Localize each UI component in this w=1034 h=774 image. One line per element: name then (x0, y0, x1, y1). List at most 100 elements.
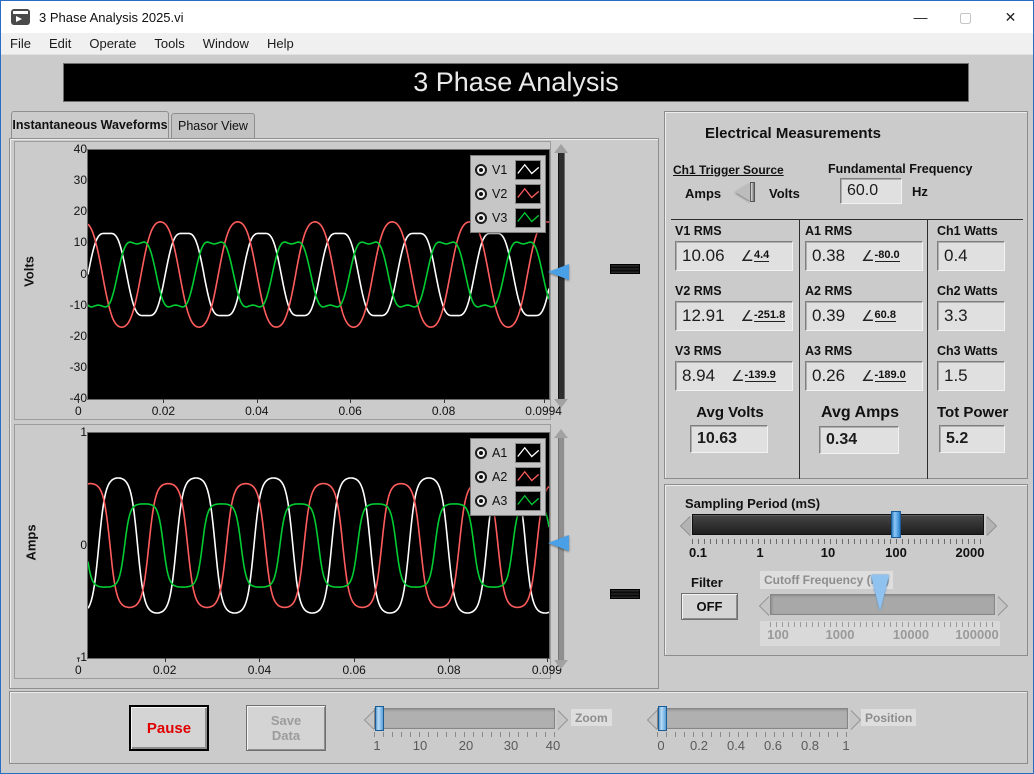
measurement-value-box: 0.38 ∠ -80.0 (805, 241, 923, 271)
plot-visible-radio-icon[interactable] (475, 495, 487, 507)
position-scale-label: 1 (842, 738, 850, 753)
i-trigger-level-pointer-icon[interactable] (548, 535, 569, 551)
zoom-handle[interactable] (375, 706, 384, 731)
tab-phasor-view[interactable]: Phasor View (171, 113, 255, 138)
measurement-cell: Ch1 Watts 0.4 (937, 224, 1023, 271)
trigger-source-toggle[interactable] (735, 182, 755, 202)
angle-icon: ∠ (731, 368, 745, 385)
menu-bar: File Edit Operate Tools Window Help (1, 33, 1033, 55)
avg-volts-value: 10.63 (697, 430, 738, 447)
menu-item[interactable]: Tools (145, 36, 193, 51)
tab-instantaneous-waveforms[interactable]: Instantaneous Waveforms (11, 111, 169, 138)
position-handle[interactable] (658, 706, 667, 731)
x-tick-label: 0 (75, 658, 82, 677)
menu-item[interactable]: Operate (80, 36, 145, 51)
save-data-button[interactable]: Save Data (246, 705, 326, 751)
menu-item[interactable]: File (1, 36, 40, 51)
toggle-handle[interactable] (750, 182, 755, 202)
x-tick-label: 0.08 (431, 399, 456, 418)
cutoff-scale-label: 100000 (955, 627, 999, 642)
trigger-up-arrow-icon[interactable] (554, 429, 568, 438)
measurement-label: Ch3 Watts (937, 344, 998, 358)
menu-item[interactable]: Help (258, 36, 303, 51)
measurement-cell: V2 RMS 12.91 ∠ -251.8 (675, 284, 795, 331)
maximize-button[interactable]: ▢ (943, 1, 988, 33)
line-sample-icon[interactable] (514, 208, 541, 228)
x-tick-label: 0.06 (338, 399, 362, 418)
position-right-arrow-icon[interactable] (850, 710, 860, 730)
tot-power-value: 5.2 (946, 430, 969, 447)
measurement-label: V3 RMS (675, 344, 722, 358)
line-sample-icon[interactable] (514, 491, 541, 511)
zoom-scale-label: 1 (373, 738, 381, 753)
menu-item[interactable]: Edit (40, 36, 80, 51)
titlebar: 3 Phase Analysis 2025.vi — ▢ ✕ (1, 1, 1033, 33)
plot-visible-radio-icon[interactable] (475, 471, 487, 483)
volts-legend: V1 V2 V3 (470, 155, 546, 233)
sampling-scale-label: 1 (756, 545, 764, 560)
measurement-value: 1.5 (944, 366, 968, 385)
line-sample-icon[interactable] (514, 160, 541, 180)
measurement-cell: V3 RMS 8.94 ∠ -139.9 (675, 344, 795, 391)
plot-visible-radio-icon[interactable] (475, 164, 487, 176)
line-sample-icon[interactable] (514, 443, 541, 463)
pause-button[interactable]: Pause (130, 706, 208, 750)
watts-column: Ch1 Watts 0.4 Ch2 Watts 3.3 Ch3 Watts 1.… (937, 224, 1023, 453)
legend-label: V2 (492, 187, 508, 201)
amps-y-ticks: 1 0 -1 (37, 425, 87, 664)
close-button[interactable]: ✕ (988, 1, 1033, 33)
legend-row[interactable]: A3 (475, 490, 541, 512)
legend-row[interactable]: V1 (475, 159, 541, 181)
plot-visible-radio-icon[interactable] (475, 447, 487, 459)
volts-plot-area[interactable]: V1 V2 V3 (87, 149, 550, 400)
legend-row[interactable]: A2 (475, 466, 541, 488)
x-tick-label: 0 (75, 399, 82, 418)
trigger-up-arrow-icon[interactable] (554, 144, 568, 153)
trigger-down-arrow-icon[interactable] (554, 660, 568, 669)
minimize-button[interactable]: — (898, 1, 943, 33)
x-tick-label: 0.04 (247, 658, 272, 677)
amps-plot-area[interactable]: A1 A2 A3 (87, 432, 550, 659)
angle-value: -189.0 (874, 369, 906, 382)
line-sample-icon[interactable] (514, 467, 541, 487)
y-tick-label: 0 (80, 266, 87, 281)
measurement-value: 10.06 (682, 246, 725, 265)
measurement-value: 3.3 (944, 306, 968, 325)
measurement-label: Ch1 Watts (937, 224, 998, 238)
plot-visible-radio-icon[interactable] (475, 188, 487, 200)
trigger-down-arrow-icon[interactable] (554, 399, 568, 408)
sampling-scale-label: 2000 (955, 545, 985, 560)
legend-row[interactable]: V3 (475, 207, 541, 229)
line-sample-icon[interactable] (514, 184, 541, 204)
legend-row[interactable]: V2 (475, 183, 541, 205)
sampling-right-arrow-icon[interactable] (986, 516, 996, 536)
electrical-measurements-panel: Electrical Measurements Ch1 Trigger Sour… (664, 111, 1028, 479)
sampling-handle[interactable] (891, 511, 901, 538)
volts-y-ticks: 40 30 20 10 0 -10 -20 -30 -40 (37, 142, 87, 405)
filter-button[interactable]: OFF (681, 593, 738, 620)
menu-item[interactable]: Window (194, 36, 258, 51)
avg-amps-box: 0.34 (819, 426, 899, 454)
x-tick-label: 0.02 (151, 399, 176, 418)
sampling-slider[interactable] (692, 514, 984, 535)
amps-graph: Amps 1 0 -1 A1 A2 A3 0 0.02 0.04 0.06 0.… (14, 424, 562, 679)
zoom-right-arrow-icon[interactable] (557, 710, 567, 730)
zoom-slider[interactable] (374, 708, 555, 729)
position-scale-label: 0.8 (800, 738, 820, 753)
sampling-left-arrow-icon[interactable] (681, 516, 691, 536)
measurement-value: 0.26 (812, 366, 846, 385)
measurement-label: A2 RMS (805, 284, 853, 298)
current-range-handle[interactable] (610, 589, 640, 599)
amps-x-ticks: 0 0.02 0.04 0.06 0.08 0.099 (75, 658, 562, 677)
cutoff-scale-label: 100 (767, 627, 789, 642)
fundamental-frequency-box: 60.0 (840, 178, 902, 204)
angle-icon: ∠ (861, 248, 875, 265)
voltage-range-handle[interactable] (610, 264, 640, 274)
fundamental-frequency-label: Fundamental Frequency (828, 162, 973, 176)
legend-row[interactable]: A1 (475, 442, 541, 464)
position-slider[interactable] (657, 708, 848, 729)
sampling-panel: Sampling Period (mS) 0.1 1 10 100 2000 F… (664, 484, 1028, 656)
v-trigger-level-pointer-icon[interactable] (548, 264, 569, 280)
y-tick-label: 0 (80, 537, 87, 552)
plot-visible-radio-icon[interactable] (475, 212, 487, 224)
